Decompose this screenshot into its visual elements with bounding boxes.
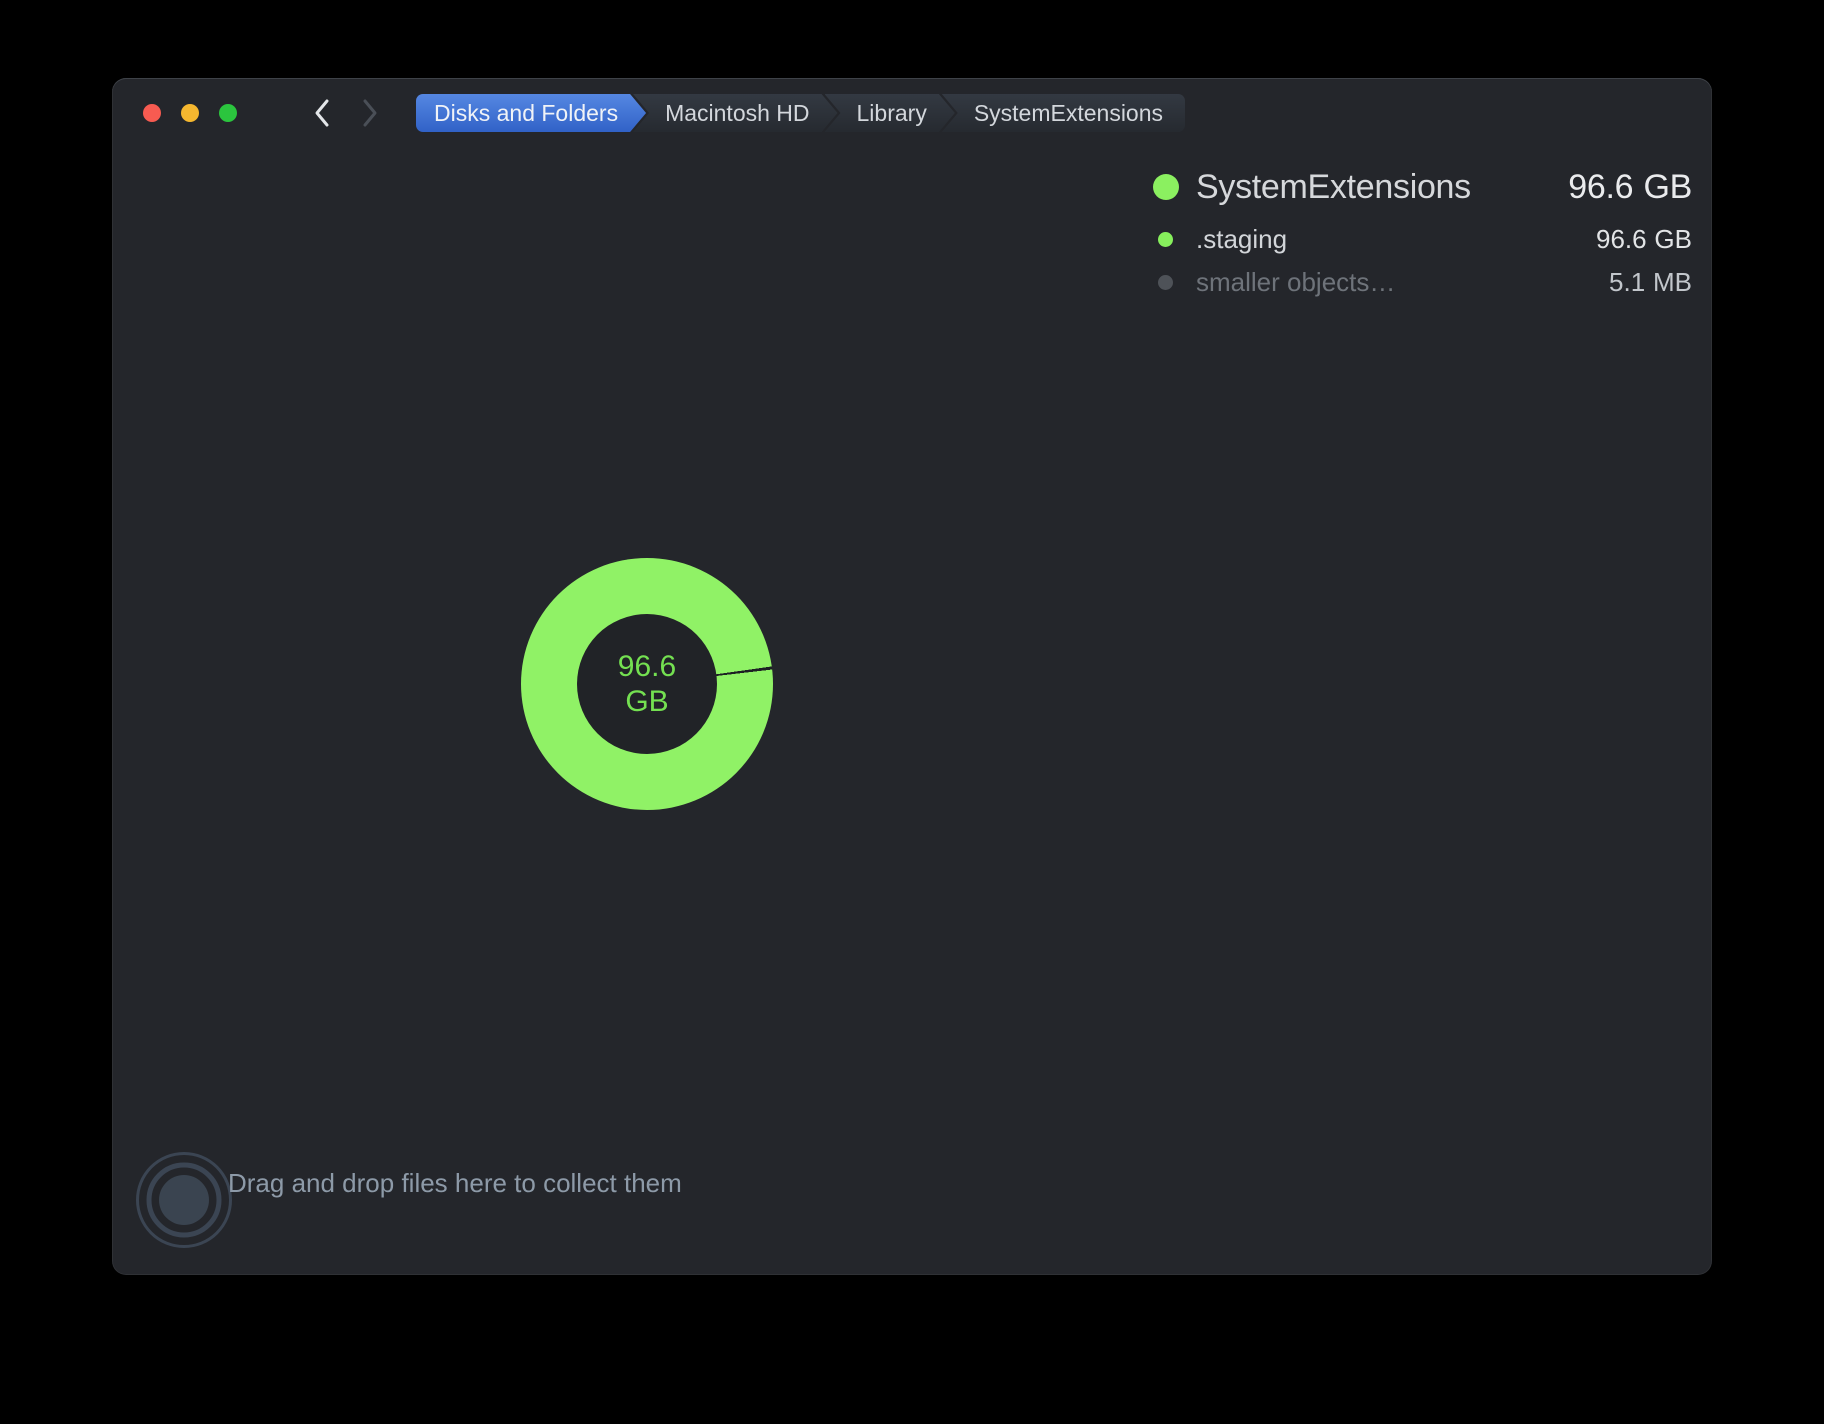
forward-button[interactable]: [358, 98, 382, 128]
zoom-button[interactable]: [219, 104, 237, 122]
back-button[interactable]: [310, 98, 334, 128]
chevron-right-icon: [361, 98, 379, 128]
selection-header[interactable]: SystemExtensions 96.6GB: [1152, 164, 1692, 210]
item-name: smaller objects…: [1196, 267, 1609, 298]
close-button[interactable]: [143, 104, 161, 122]
details-panel: SystemExtensions 96.6GB .staging 96.6GB …: [1152, 164, 1692, 299]
disk-usage-donut-chart[interactable]: 96.6 GB: [521, 558, 773, 810]
dropzone-hint-text: Drag and drop files here to collect them: [228, 1167, 682, 1199]
donut-center: 96.6 GB: [577, 614, 717, 754]
selection-name: SystemExtensions: [1196, 168, 1568, 207]
minimize-button[interactable]: [181, 104, 199, 122]
titlebar: Disks and Folders Macintosh HD Library S…: [112, 78, 1712, 134]
breadcrumb-macintosh-hd[interactable]: Macintosh HD: [633, 94, 837, 132]
item-size: 5.1MB: [1609, 267, 1692, 298]
list-item-smaller-objects[interactable]: smaller objects… 5.1MB: [1152, 265, 1692, 299]
donut-center-value: 96.6: [618, 649, 676, 684]
chevron-left-icon: [313, 98, 331, 128]
app-window: Disks and Folders Macintosh HD Library S…: [112, 78, 1712, 1275]
breadcrumb-systemextensions[interactable]: SystemExtensions: [942, 94, 1185, 132]
selection-size: 96.6GB: [1568, 168, 1692, 207]
traffic-lights: [143, 104, 237, 122]
collector-dropzone[interactable]: Drag and drop files here to collect them: [112, 1125, 1712, 1275]
donut-center-unit: GB: [625, 684, 668, 719]
collector-bullseye-icon[interactable]: [134, 1150, 234, 1250]
breadcrumb-library[interactable]: Library: [825, 94, 955, 132]
item-color-dot-icon: [1152, 275, 1179, 290]
folder-color-dot-icon: [1152, 174, 1179, 200]
list-item[interactable]: .staging 96.6GB: [1152, 222, 1692, 256]
breadcrumb: Disks and Folders Macintosh HD Library S…: [416, 94, 1185, 132]
breadcrumb-disks-and-folders[interactable]: Disks and Folders: [416, 94, 646, 132]
item-color-dot-icon: [1152, 232, 1179, 247]
item-name: .staging: [1196, 224, 1596, 255]
item-size: 96.6GB: [1596, 224, 1692, 255]
